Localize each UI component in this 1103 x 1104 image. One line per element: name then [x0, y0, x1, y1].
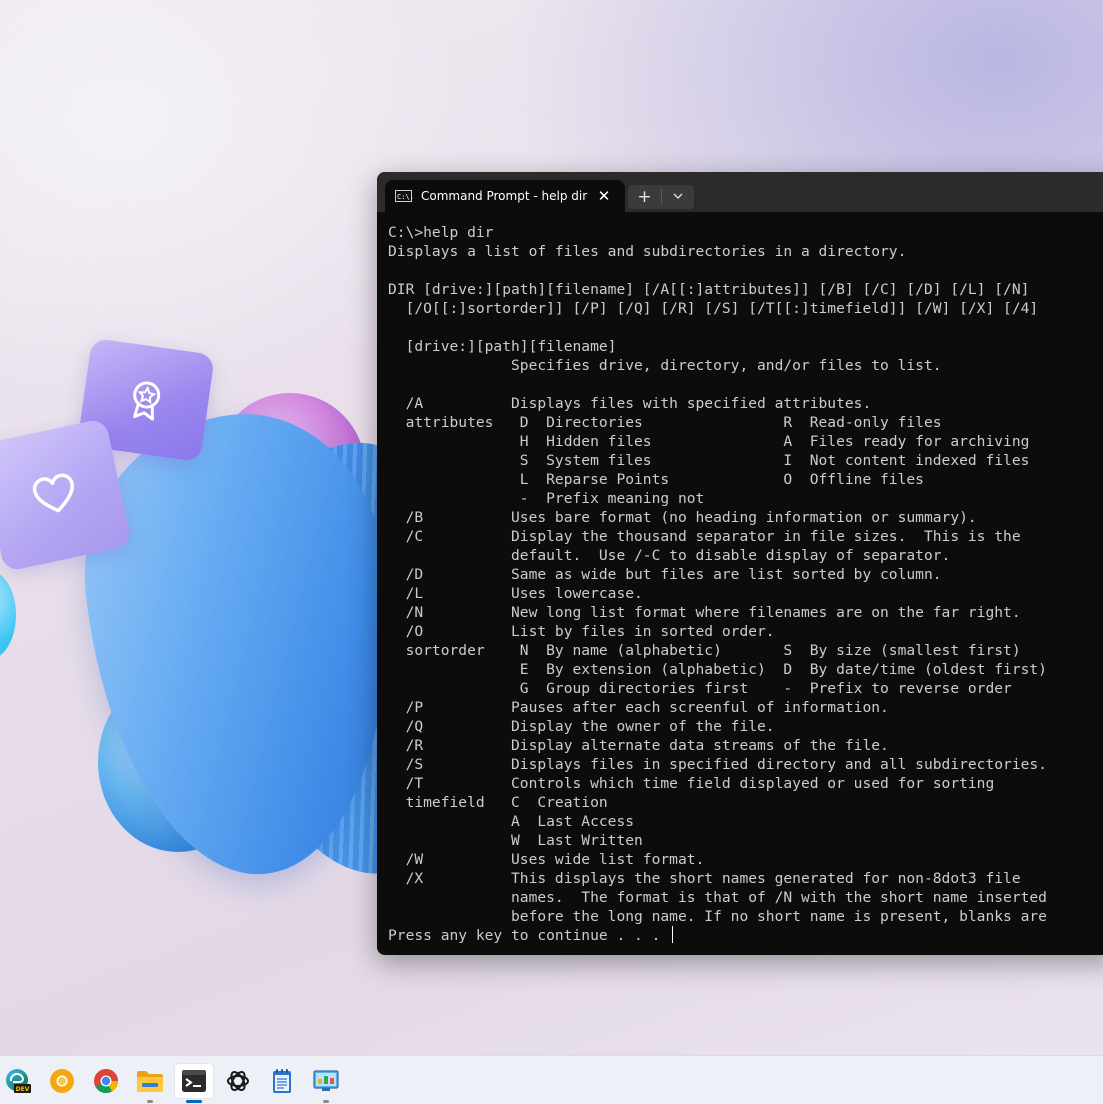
wallpaper-orb-left — [0, 570, 16, 660]
profile-dropdown-button[interactable] — [662, 185, 694, 209]
control-panel-icon — [313, 1070, 339, 1091]
console-text: C:\>help dir Displays a list of files an… — [388, 224, 1047, 925]
console-line: /P Pauses after each screenful of inform… — [405, 699, 889, 716]
console-line: - Prefix meaning not — [519, 490, 705, 507]
taskbar-control-panel[interactable] — [306, 1063, 346, 1103]
console-line: /X This displays the short names generat… — [405, 870, 1021, 887]
tab-command-prompt[interactable]: C:\. Command Prompt - help dir ✕ — [385, 180, 625, 212]
console-line: S System files I Not content indexed fil… — [519, 452, 1030, 469]
console-line: names. The format is that of /N with the… — [511, 889, 1047, 906]
console-line: G Group directories first - Prefix to re… — [519, 680, 1012, 697]
console-line: /N New long list format where filenames … — [405, 604, 1021, 621]
console-line: E By extension (alphabetic) D By date/ti… — [519, 661, 1047, 678]
continue-prompt: Press any key to continue . . . — [388, 927, 670, 944]
taskbar-terminal[interactable] — [174, 1063, 214, 1103]
console-line: A Last Access — [511, 813, 635, 830]
console-line: DIR [drive:][path][filename] [/A[[:]attr… — [388, 281, 1030, 298]
command-prompt-icon: C:\. — [395, 190, 414, 202]
console-line: /C Display the thousand separator in fil… — [405, 528, 1021, 545]
console-line: /B Uses bare format (no heading informat… — [405, 509, 977, 526]
console-line: default. Use /-C to disable display of s… — [511, 547, 951, 564]
console-line: [drive:][path][filename] — [405, 338, 617, 355]
heart-icon — [32, 473, 74, 513]
award-badge-icon — [133, 381, 161, 421]
tab-actions: + — [628, 185, 694, 209]
console-line: /S Displays files in specified directory… — [405, 756, 1047, 773]
dev-badge-text: DEV — [16, 1086, 30, 1093]
text-cursor — [672, 926, 674, 943]
console-line: W Last Written — [511, 832, 643, 849]
file-explorer-icon — [137, 1071, 163, 1092]
console-line: C:\>help dir — [388, 224, 494, 241]
console-line: sortorder N By name (alphabetic) S By si… — [405, 642, 1021, 659]
chrome-canary-icon — [50, 1069, 74, 1093]
console-line: /O List by files in sorted order. — [405, 623, 775, 640]
taskbar-edge-dev[interactable]: DEV — [0, 1063, 38, 1099]
terminal-titlebar[interactable]: C:\. Command Prompt - help dir ✕ + — [377, 172, 1103, 212]
console-line: /R Display alternate data streams of the… — [405, 737, 889, 754]
taskbar-notepad[interactable] — [262, 1063, 302, 1099]
taskbar-chrome[interactable] — [86, 1063, 126, 1099]
console-line: /A Displays files with specified attribu… — [405, 395, 872, 412]
console-line: /W Uses wide list format. — [405, 851, 705, 868]
notepad-icon — [273, 1069, 291, 1093]
console-line: /D Same as wide but files are list sorte… — [405, 566, 942, 583]
console-line: Specifies drive, directory, and/or files… — [511, 357, 942, 374]
taskbar-file-explorer[interactable] — [130, 1063, 170, 1103]
console-line: L Reparse Points O Offline files — [519, 471, 924, 488]
terminal-icon — [182, 1070, 206, 1092]
console-output[interactable]: C:\>help dir Displays a list of files an… — [388, 223, 1047, 945]
taskbar-chatgpt[interactable] — [218, 1063, 258, 1099]
console-line: /Q Display the owner of the file. — [405, 718, 775, 735]
console-line: Displays a list of files and subdirector… — [388, 243, 907, 260]
tab-close-button[interactable]: ✕ — [593, 187, 615, 205]
taskbar: DEV — [0, 1055, 1103, 1104]
console-line: before the long name. If no short name i… — [511, 908, 1047, 925]
chevron-down-icon — [673, 193, 683, 199]
taskbar-chrome-canary[interactable] — [42, 1063, 82, 1099]
console-line: timefield C Creation — [405, 794, 608, 811]
console-line: /L Uses lowercase. — [405, 585, 643, 602]
console-line: attributes D Directories R Read-only fil… — [405, 414, 942, 431]
new-tab-button[interactable]: + — [628, 185, 661, 209]
console-line: [/O[[:]sortorder]] [/P] [/Q] [/R] [/S] [… — [405, 300, 1039, 317]
chatgpt-icon — [227, 1070, 249, 1092]
console-line: H Hidden files A Files ready for archivi… — [519, 433, 1030, 450]
tab-title: Command Prompt - help dir — [421, 189, 588, 203]
console-line: /T Controls which time field displayed o… — [405, 775, 995, 792]
terminal-window[interactable]: C:\. Command Prompt - help dir ✕ + C:\>h… — [377, 172, 1103, 955]
edge-dev-icon: DEV — [6, 1069, 31, 1093]
chrome-icon — [94, 1069, 118, 1094]
